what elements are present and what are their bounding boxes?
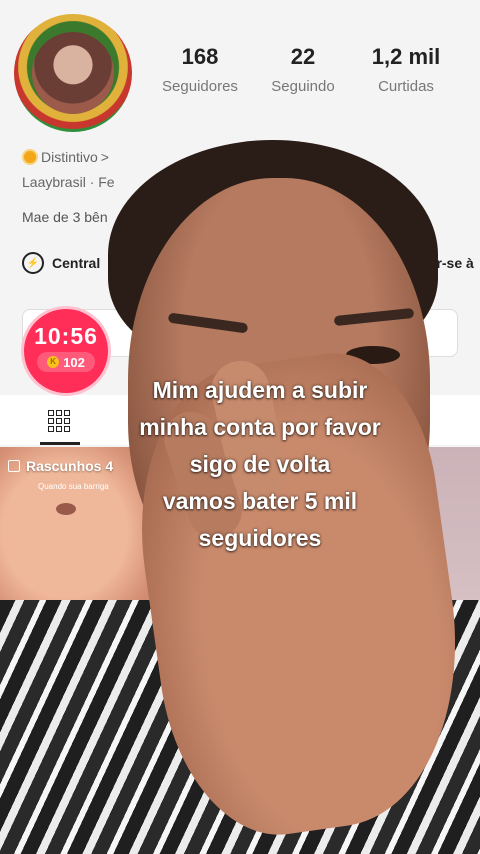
coins-count: 102 xyxy=(63,354,85,370)
following-label: Seguindo xyxy=(271,78,335,95)
coins-pill: K 102 xyxy=(37,352,95,372)
badge-icon xyxy=(22,149,38,165)
caption-line: vamos bater 5 mil xyxy=(162,488,358,514)
chevron-right-icon: > xyxy=(100,149,109,165)
drafts-icon xyxy=(8,460,20,472)
video-caption-overlay: Mim ajudem a subir minha conta por favor… xyxy=(100,372,420,557)
location-pin-icon: ⚡ xyxy=(22,252,44,274)
central-link[interactable]: ⚡ Central xyxy=(22,252,100,274)
live-timer-widget[interactable]: 10:56 K 102 xyxy=(24,309,108,393)
stat-likes[interactable]: 1,2 mil Curtidas xyxy=(356,44,456,95)
followers-label: Seguidores xyxy=(162,78,238,95)
stat-followers[interactable]: 168 Seguidores xyxy=(150,44,250,95)
drafts-label-row: Rascunhos 4 xyxy=(8,458,113,474)
grid-icon[interactable] xyxy=(48,410,70,432)
profile-avatar[interactable] xyxy=(14,14,132,132)
followers-count: 168 xyxy=(181,44,219,69)
caption-line: seguidores xyxy=(198,525,322,551)
following-count: 22 xyxy=(290,44,316,69)
caption-line: Mim ajudem a subir xyxy=(152,377,368,403)
caption-line: minha conta por favor xyxy=(139,414,381,440)
likes-label: Curtidas xyxy=(378,78,434,95)
caption-line: sigo de volta xyxy=(189,451,331,477)
stat-following[interactable]: 22 Seguindo xyxy=(253,44,353,95)
badge-link[interactable]: Distintivo > xyxy=(22,149,109,165)
coin-icon: K xyxy=(47,356,60,368)
active-tab-indicator xyxy=(40,442,80,445)
profile-bio: Mae de 3 bên xyxy=(22,209,108,225)
central-label: Central xyxy=(52,255,101,271)
likes-count: 1,2 mil xyxy=(371,44,441,69)
drafts-caption: Quando sua barriga xyxy=(38,482,109,491)
timer-time: 10:56 xyxy=(34,323,98,349)
badge-label: Distintivo xyxy=(41,149,98,165)
profile-meta: Laaybrasil · Fe xyxy=(22,174,115,190)
